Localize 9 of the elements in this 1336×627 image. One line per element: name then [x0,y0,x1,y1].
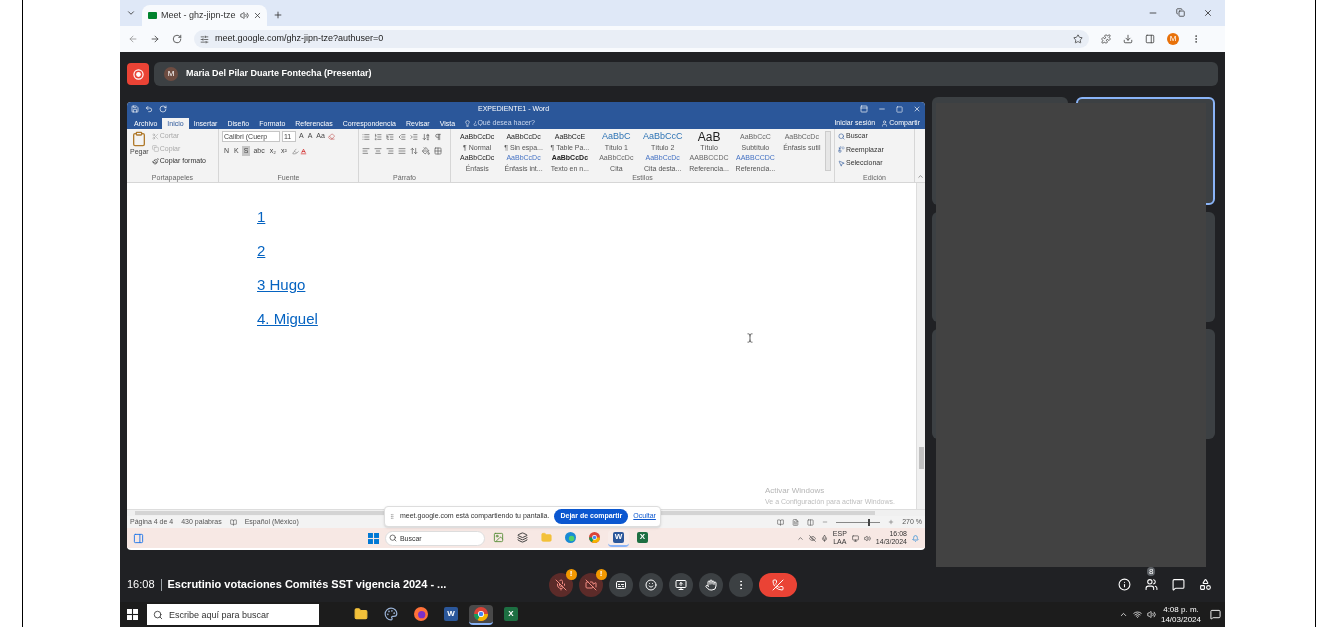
people-count-badge: 8 [1147,567,1156,576]
activation-title: Activar Windows [765,484,826,497]
alert-badge: ! [565,568,577,580]
alert-badge: ! [595,568,607,580]
presenter-name: Maria Del Pilar Duarte Fontecha (Presentar) [186,67,372,81]
tab-title: Meet - ghz-jipn-tze [161,8,236,22]
meeting-title: Escrutinio votaciones Comités SST vigencia 2024 - ... [167,577,447,593]
meeting-time: 16:08 [127,577,155,593]
presenter-avatar: M [164,67,178,81]
